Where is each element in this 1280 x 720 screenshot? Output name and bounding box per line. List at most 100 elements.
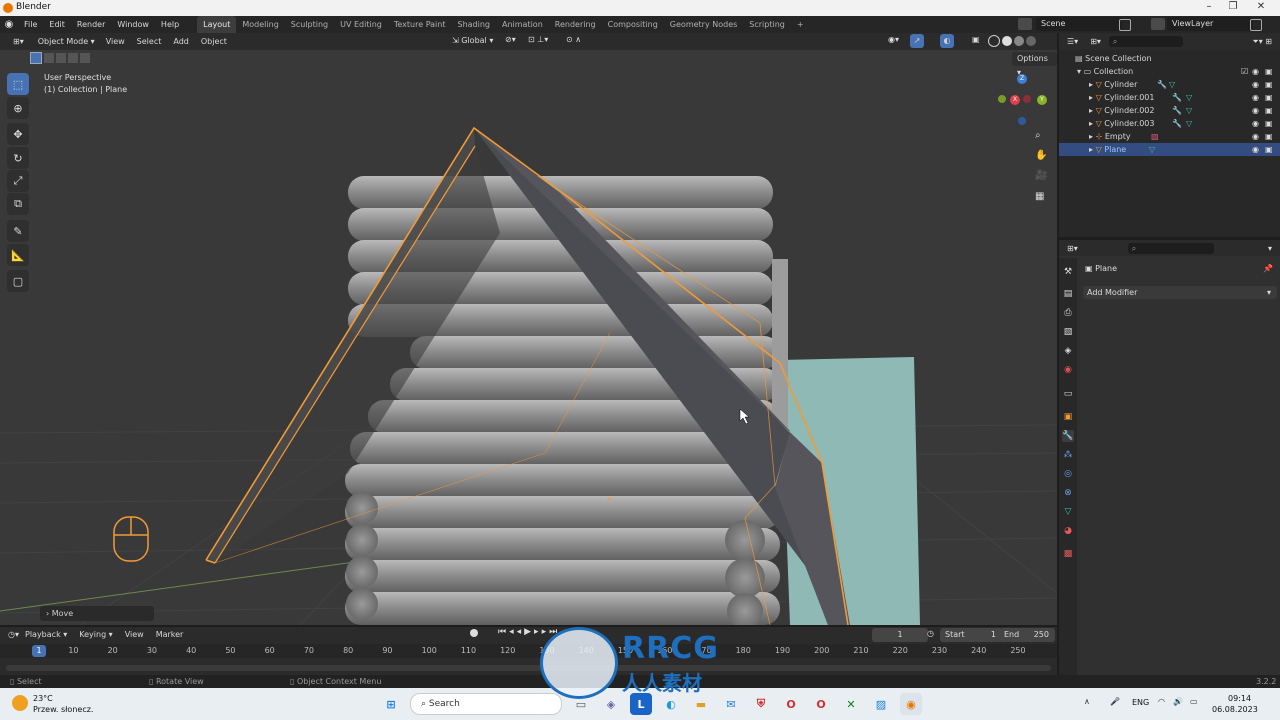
tab-sculpting[interactable]: Sculpting bbox=[285, 16, 334, 33]
object-tab-icon[interactable]: ▣ bbox=[1062, 411, 1074, 423]
visibility-icon[interactable]: ◉ bbox=[1252, 78, 1259, 91]
properties-search-input[interactable]: ⌕ bbox=[1127, 242, 1214, 254]
shield-icon[interactable]: ⛨ bbox=[750, 693, 772, 715]
folder-icon[interactable]: ▬ bbox=[690, 693, 712, 715]
close-icon[interactable]: ✕ bbox=[1250, 1, 1272, 12]
filter-icon[interactable]: ⏷▾ ⊞ bbox=[1252, 37, 1272, 47]
render-icon[interactable]: ▣ bbox=[1265, 91, 1273, 104]
outliner-item-cylinder[interactable]: ▸ ▽ Cylinder 🔧 ▽ ◉ ▣ bbox=[1059, 78, 1280, 91]
gizmo-neg-z[interactable] bbox=[1018, 117, 1026, 125]
render-icon[interactable]: ▣ bbox=[1265, 78, 1273, 91]
xbox-icon[interactable]: ✕ bbox=[840, 693, 862, 715]
tab-modeling[interactable]: Modeling bbox=[236, 16, 284, 33]
select-difference-icon[interactable] bbox=[68, 53, 78, 63]
l-app-icon[interactable]: L bbox=[630, 693, 652, 715]
microphone-icon[interactable]: 🎤 bbox=[1110, 697, 1120, 706]
tab-uv-editing[interactable]: UV Editing bbox=[334, 16, 388, 33]
visibility-icon[interactable]: ◉▾ bbox=[888, 35, 899, 44]
outliner-item-cylinder-001[interactable]: ▸ ▽ Cylinder.001 🔧 ▽ ◉ ▣ bbox=[1059, 91, 1280, 104]
volume-icon[interactable]: 🔊 bbox=[1173, 697, 1183, 706]
menu-file[interactable]: File bbox=[18, 16, 43, 33]
tab-shading[interactable]: Shading bbox=[451, 16, 496, 33]
properties-editor-icon[interactable]: ⊞▾ bbox=[1067, 244, 1078, 253]
pivot-icon[interactable]: ⊘▾ bbox=[505, 35, 516, 44]
tab-animation[interactable]: Animation bbox=[496, 16, 549, 33]
data-tab-icon[interactable]: ▽ bbox=[1062, 506, 1074, 518]
render-tab-icon[interactable]: ▤ bbox=[1062, 288, 1074, 300]
add-modifier-dropdown[interactable]: Add Modifier ▾ bbox=[1083, 286, 1277, 299]
timeline-menu-keying[interactable]: Keying ▾ bbox=[73, 626, 118, 643]
visibility-icon[interactable]: ◉ bbox=[1252, 130, 1259, 143]
gizmo-toggle-icon[interactable]: ↗ bbox=[910, 34, 924, 48]
blender-taskbar-icon[interactable]: ◉ bbox=[900, 693, 922, 715]
taskbar-search-input[interactable]: ⌕ Search bbox=[410, 693, 562, 715]
gizmo-neg-y[interactable] bbox=[998, 95, 1006, 103]
current-frame-field[interactable]: 1 bbox=[872, 628, 928, 642]
ortho-toggle-icon[interactable]: ▦ bbox=[1035, 191, 1044, 202]
material-tab-icon[interactable]: ◕ bbox=[1062, 525, 1074, 537]
visibility-icon[interactable]: ◉ bbox=[1252, 117, 1259, 130]
record-icon[interactable] bbox=[470, 629, 478, 637]
output-tab-icon[interactable]: ⎙ bbox=[1062, 307, 1074, 319]
particles-tab-icon[interactable]: ⁂ bbox=[1062, 449, 1074, 461]
render-icon[interactable]: ▣ bbox=[1265, 117, 1273, 130]
physics-tab-icon[interactable]: ◎ bbox=[1062, 468, 1074, 480]
mail-icon[interactable]: ✉ bbox=[720, 693, 742, 715]
pan-hand-icon[interactable]: ✋ bbox=[1035, 150, 1047, 161]
tab-scripting[interactable]: Scripting bbox=[743, 16, 791, 33]
camera-view-icon[interactable]: 🎥 bbox=[1035, 170, 1047, 181]
measure-tool[interactable]: 📐 bbox=[7, 244, 29, 266]
last-operation-panel[interactable]: › Move bbox=[40, 606, 154, 621]
cursor-tool[interactable]: ⊕ bbox=[7, 97, 29, 119]
collection-visibility-icon[interactable]: ◉ bbox=[1252, 65, 1259, 78]
outliner-collection[interactable]: ▾ ▭ Collection ☑ ◉ ▣ bbox=[1059, 65, 1280, 78]
zoom-icon[interactable]: ⌕ bbox=[1035, 130, 1041, 141]
viewport-menu-object[interactable]: Object bbox=[195, 33, 233, 50]
select-intersect-icon[interactable] bbox=[80, 53, 90, 63]
select-subtract-icon[interactable] bbox=[56, 53, 66, 63]
outliner-editor-icon[interactable]: ☰▾ bbox=[1067, 37, 1078, 46]
proportional-edit-icon[interactable]: ⊙ ∧ bbox=[566, 35, 581, 44]
outliner-item-cylinder-002[interactable]: ▸ ▽ Cylinder.002 🔧 ▽ ◉ ▣ bbox=[1059, 104, 1280, 117]
move-tool[interactable]: ✥ bbox=[7, 123, 29, 145]
display-mode-icon[interactable]: ⊞▾ bbox=[1090, 37, 1101, 46]
weather-icon[interactable] bbox=[12, 695, 28, 711]
render-icon[interactable]: ▣ bbox=[1265, 130, 1273, 143]
wireframe-shading-icon[interactable] bbox=[988, 35, 1000, 47]
gizmo-z-axis[interactable]: Z bbox=[1017, 74, 1027, 84]
photos-icon[interactable]: ▨ bbox=[870, 693, 892, 715]
tab-texture-paint[interactable]: Texture Paint bbox=[388, 16, 452, 33]
gizmo-x-axis[interactable]: X bbox=[1010, 95, 1020, 105]
constraints-tab-icon[interactable]: ⊗ bbox=[1062, 487, 1074, 499]
mode-selector[interactable]: Object Mode ▾ bbox=[32, 34, 100, 49]
timeline-menu-view[interactable]: View bbox=[119, 626, 150, 643]
outliner-item-cylinder-003[interactable]: ▸ ▽ Cylinder.003 🔧 ▽ ◉ ▣ bbox=[1059, 117, 1280, 130]
wifi-icon[interactable]: ◠ bbox=[1158, 697, 1165, 706]
playhead[interactable]: 1 bbox=[32, 645, 46, 657]
blender-menu-icon[interactable]: ◉ bbox=[0, 19, 18, 30]
rotate-tool[interactable]: ↻ bbox=[7, 147, 29, 169]
minimize-icon[interactable]: – bbox=[1198, 1, 1220, 12]
timeline-ruler[interactable]: 1 10203040506070809010011012013014015016… bbox=[0, 644, 1057, 658]
world-tab-icon[interactable]: ◉ bbox=[1062, 364, 1074, 376]
maximize-icon[interactable]: ❐ bbox=[1222, 1, 1244, 12]
timeline-scrollbar[interactable] bbox=[6, 665, 1051, 671]
tab-rendering[interactable]: Rendering bbox=[549, 16, 602, 33]
timeline-editor-icon[interactable]: ◷▾ bbox=[8, 630, 19, 639]
language-indicator[interactable]: ENG bbox=[1132, 698, 1149, 707]
outliner-item-plane[interactable]: ▸ ▽ Plane ▽ ◉ ▣ bbox=[1059, 143, 1280, 156]
snap-icon[interactable]: ⊡ ⊥▾ bbox=[528, 35, 548, 44]
tool-tab-icon[interactable]: ⚒ bbox=[1062, 266, 1074, 278]
xray-icon[interactable]: ▣ bbox=[972, 35, 980, 44]
annotate-tool[interactable]: ✎ bbox=[7, 220, 29, 242]
add-cube-tool[interactable]: ▢ bbox=[7, 270, 29, 292]
opera-icon[interactable]: O bbox=[780, 693, 802, 715]
windows-start-icon[interactable]: ⊞ bbox=[380, 693, 402, 715]
render-icon[interactable]: ▣ bbox=[1265, 143, 1273, 156]
viewport-menu-select[interactable]: Select bbox=[131, 33, 168, 50]
tab-geometry-nodes[interactable]: Geometry Nodes bbox=[664, 16, 743, 33]
modifier-tab-icon[interactable]: 🔧 bbox=[1062, 430, 1074, 442]
select-box-tool[interactable]: ⬚ bbox=[7, 73, 29, 95]
menu-help[interactable]: Help bbox=[155, 16, 185, 33]
teams-icon[interactable]: ◈ bbox=[600, 693, 622, 715]
